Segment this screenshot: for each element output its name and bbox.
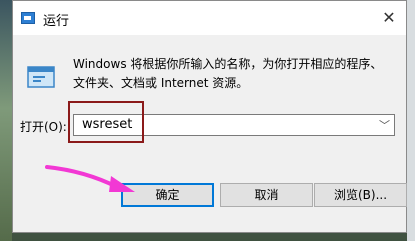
chevron-down-icon[interactable]: ﹀ — [379, 117, 390, 133]
cancel-button[interactable]: 取消 — [220, 183, 313, 207]
dialog-description: Windows 将根据你所输入的名称，为你打开相应的程序、文件夹、文档或 Int… — [73, 57, 383, 90]
desktop-background-right — [407, 0, 415, 241]
desktop-background-left — [0, 0, 12, 241]
run-dialog: 运行 ✕ Windows 将根据你所输入的名称，为你打开相应的程序、文件夹、文档… — [12, 0, 407, 233]
open-label: 打开(O): — [20, 120, 67, 134]
run-dialog-icon — [27, 66, 55, 88]
browse-button[interactable]: 浏览(B)... — [314, 183, 407, 207]
title-bar[interactable]: 运行 ✕ — [13, 1, 406, 35]
dialog-title: 运行 — [43, 14, 70, 29]
run-app-icon — [21, 12, 35, 24]
annotation-arrow — [45, 165, 135, 192]
annotation-highlight-box — [68, 101, 144, 143]
close-icon[interactable]: ✕ — [378, 7, 400, 29]
